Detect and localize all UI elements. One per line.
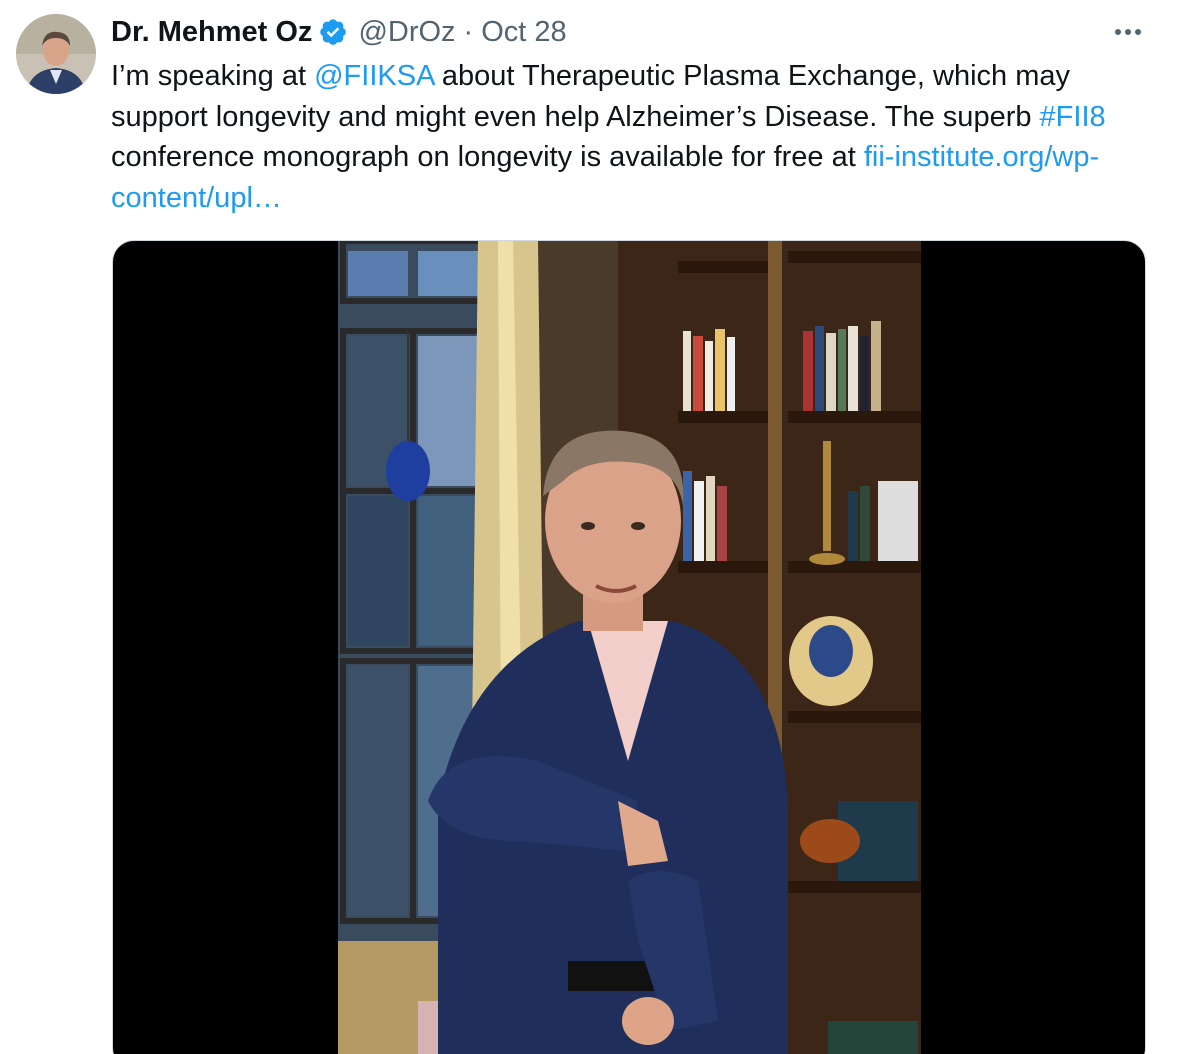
tweet-text-segment: I’m speaking at [111,60,315,92]
tweet-date[interactable]: Oct 28 [481,14,566,50]
author-name[interactable]: Dr. Mehmet Oz [111,14,312,50]
more-horizontal-icon [1115,29,1141,35]
mention-link[interactable]: @FIIKSA [314,60,434,92]
separator-dot: · [463,16,474,48]
tweet-text-segment: conference monograph on longevity is ava… [111,141,864,173]
video-still-image [338,241,921,1054]
video-player[interactable] [112,240,1146,1054]
more-options-button[interactable] [1108,16,1148,48]
video-frame[interactable] [338,241,921,1054]
author-avatar[interactable] [16,14,96,94]
verified-badge-icon [318,17,348,47]
tweet-header: Dr. Mehmet Oz @DrOz · Oct 28 [111,14,567,50]
avatar-photo [16,14,96,94]
hashtag-link[interactable]: #FII8 [1040,101,1106,133]
author-handle[interactable]: @DrOz [358,14,455,50]
tweet-text: I’m speaking at @FIIKSA about Therapeuti… [111,56,1121,218]
